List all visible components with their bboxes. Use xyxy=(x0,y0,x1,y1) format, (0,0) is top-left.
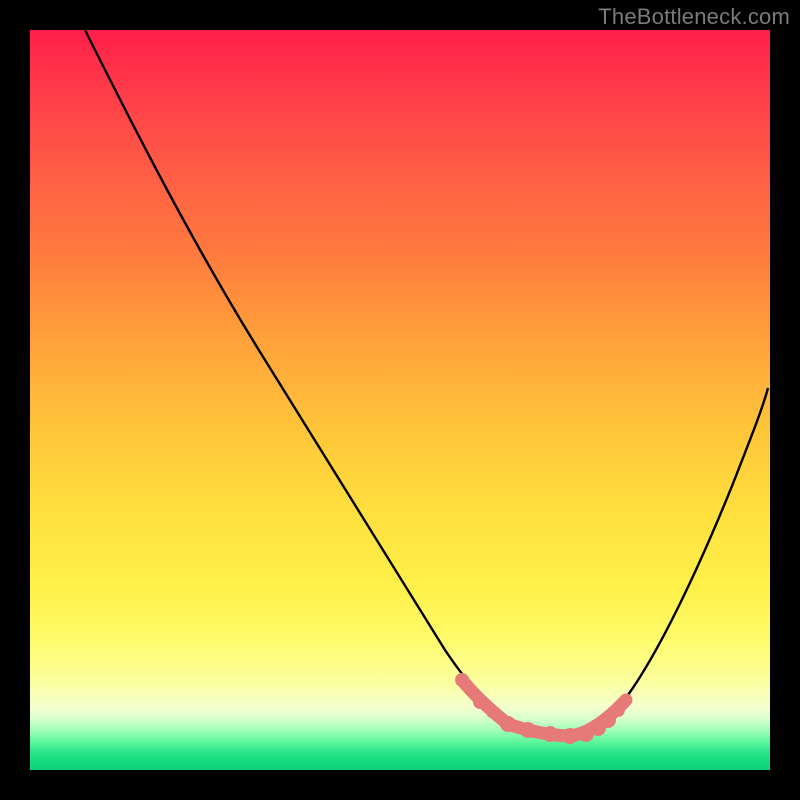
chart-frame: TheBottleneck.com xyxy=(0,0,800,800)
chart-svg xyxy=(30,30,770,770)
curve-left-branch xyxy=(85,30,570,736)
curve-right-branch xyxy=(570,388,768,736)
chart-plot-area xyxy=(30,30,770,770)
highlight-markers xyxy=(455,673,632,744)
watermark-text: TheBottleneck.com xyxy=(598,4,790,30)
